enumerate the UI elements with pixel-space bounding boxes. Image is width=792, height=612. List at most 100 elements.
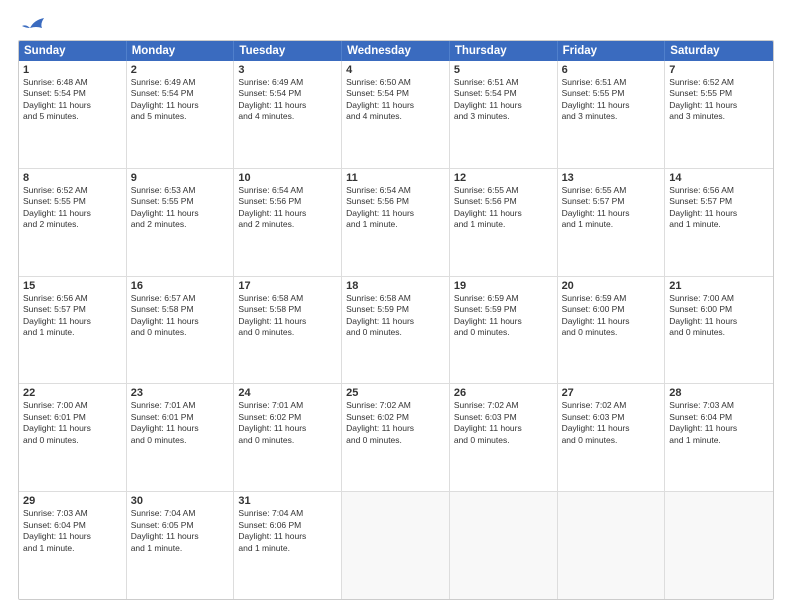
day-info: Sunrise: 6:51 AMSunset: 5:55 PMDaylight:… <box>562 77 661 123</box>
day-cell-21: 21Sunrise: 7:00 AMSunset: 6:00 PMDayligh… <box>665 277 773 384</box>
day-number: 5 <box>454 64 553 76</box>
day-info: Sunrise: 7:02 AMSunset: 6:03 PMDaylight:… <box>454 400 553 446</box>
day-info: Sunrise: 6:56 AMSunset: 5:57 PMDaylight:… <box>23 293 122 339</box>
day-info: Sunrise: 6:50 AMSunset: 5:54 PMDaylight:… <box>346 77 445 123</box>
day-info: Sunrise: 6:49 AMSunset: 5:54 PMDaylight:… <box>238 77 337 123</box>
day-number: 1 <box>23 64 122 76</box>
weekday-sunday: Sunday <box>19 41 127 61</box>
day-info: Sunrise: 6:54 AMSunset: 5:56 PMDaylight:… <box>238 185 337 231</box>
day-number: 3 <box>238 64 337 76</box>
day-info: Sunrise: 6:48 AMSunset: 5:54 PMDaylight:… <box>23 77 122 123</box>
empty-cell <box>665 492 773 599</box>
calendar-header: SundayMondayTuesdayWednesdayThursdayFrid… <box>19 41 773 61</box>
day-cell-17: 17Sunrise: 6:58 AMSunset: 5:58 PMDayligh… <box>234 277 342 384</box>
day-cell-25: 25Sunrise: 7:02 AMSunset: 6:02 PMDayligh… <box>342 384 450 491</box>
day-cell-28: 28Sunrise: 7:03 AMSunset: 6:04 PMDayligh… <box>665 384 773 491</box>
day-number: 15 <box>23 280 122 292</box>
day-info: Sunrise: 6:49 AMSunset: 5:54 PMDaylight:… <box>131 77 230 123</box>
day-number: 14 <box>669 172 769 184</box>
day-cell-3: 3Sunrise: 6:49 AMSunset: 5:54 PMDaylight… <box>234 61 342 168</box>
weekday-saturday: Saturday <box>665 41 773 61</box>
day-number: 22 <box>23 387 122 399</box>
day-number: 21 <box>669 280 769 292</box>
day-info: Sunrise: 7:03 AMSunset: 6:04 PMDaylight:… <box>669 400 769 446</box>
day-info: Sunrise: 7:03 AMSunset: 6:04 PMDaylight:… <box>23 508 122 554</box>
calendar: SundayMondayTuesdayWednesdayThursdayFrid… <box>18 40 774 600</box>
calendar-row-4: 22Sunrise: 7:00 AMSunset: 6:01 PMDayligh… <box>19 383 773 491</box>
day-number: 9 <box>131 172 230 184</box>
day-number: 10 <box>238 172 337 184</box>
day-cell-9: 9Sunrise: 6:53 AMSunset: 5:55 PMDaylight… <box>127 169 235 276</box>
day-info: Sunrise: 6:59 AMSunset: 5:59 PMDaylight:… <box>454 293 553 339</box>
day-cell-22: 22Sunrise: 7:00 AMSunset: 6:01 PMDayligh… <box>19 384 127 491</box>
day-number: 4 <box>346 64 445 76</box>
day-number: 16 <box>131 280 230 292</box>
day-info: Sunrise: 7:02 AMSunset: 6:02 PMDaylight:… <box>346 400 445 446</box>
day-info: Sunrise: 6:52 AMSunset: 5:55 PMDaylight:… <box>669 77 769 123</box>
day-info: Sunrise: 7:04 AMSunset: 6:05 PMDaylight:… <box>131 508 230 554</box>
day-cell-13: 13Sunrise: 6:55 AMSunset: 5:57 PMDayligh… <box>558 169 666 276</box>
day-info: Sunrise: 7:00 AMSunset: 6:00 PMDaylight:… <box>669 293 769 339</box>
day-info: Sunrise: 6:55 AMSunset: 5:57 PMDaylight:… <box>562 185 661 231</box>
day-number: 18 <box>346 280 445 292</box>
day-cell-29: 29Sunrise: 7:03 AMSunset: 6:04 PMDayligh… <box>19 492 127 599</box>
day-info: Sunrise: 6:59 AMSunset: 6:00 PMDaylight:… <box>562 293 661 339</box>
day-cell-6: 6Sunrise: 6:51 AMSunset: 5:55 PMDaylight… <box>558 61 666 168</box>
day-cell-7: 7Sunrise: 6:52 AMSunset: 5:55 PMDaylight… <box>665 61 773 168</box>
day-number: 19 <box>454 280 553 292</box>
day-cell-26: 26Sunrise: 7:02 AMSunset: 6:03 PMDayligh… <box>450 384 558 491</box>
header <box>18 18 774 32</box>
logo-bird-icon <box>22 18 44 36</box>
day-cell-5: 5Sunrise: 6:51 AMSunset: 5:54 PMDaylight… <box>450 61 558 168</box>
day-number: 13 <box>562 172 661 184</box>
day-cell-27: 27Sunrise: 7:02 AMSunset: 6:03 PMDayligh… <box>558 384 666 491</box>
calendar-row-5: 29Sunrise: 7:03 AMSunset: 6:04 PMDayligh… <box>19 491 773 599</box>
day-cell-15: 15Sunrise: 6:56 AMSunset: 5:57 PMDayligh… <box>19 277 127 384</box>
day-cell-20: 20Sunrise: 6:59 AMSunset: 6:00 PMDayligh… <box>558 277 666 384</box>
day-number: 28 <box>669 387 769 399</box>
day-number: 12 <box>454 172 553 184</box>
day-info: Sunrise: 6:53 AMSunset: 5:55 PMDaylight:… <box>131 185 230 231</box>
day-number: 11 <box>346 172 445 184</box>
day-info: Sunrise: 7:01 AMSunset: 6:01 PMDaylight:… <box>131 400 230 446</box>
day-cell-8: 8Sunrise: 6:52 AMSunset: 5:55 PMDaylight… <box>19 169 127 276</box>
day-number: 17 <box>238 280 337 292</box>
day-info: Sunrise: 7:02 AMSunset: 6:03 PMDaylight:… <box>562 400 661 446</box>
day-info: Sunrise: 6:58 AMSunset: 5:59 PMDaylight:… <box>346 293 445 339</box>
day-cell-18: 18Sunrise: 6:58 AMSunset: 5:59 PMDayligh… <box>342 277 450 384</box>
day-number: 29 <box>23 495 122 507</box>
calendar-page: SundayMondayTuesdayWednesdayThursdayFrid… <box>0 0 792 612</box>
day-cell-14: 14Sunrise: 6:56 AMSunset: 5:57 PMDayligh… <box>665 169 773 276</box>
day-number: 20 <box>562 280 661 292</box>
day-info: Sunrise: 7:04 AMSunset: 6:06 PMDaylight:… <box>238 508 337 554</box>
day-cell-10: 10Sunrise: 6:54 AMSunset: 5:56 PMDayligh… <box>234 169 342 276</box>
day-info: Sunrise: 7:01 AMSunset: 6:02 PMDaylight:… <box>238 400 337 446</box>
day-number: 27 <box>562 387 661 399</box>
day-number: 24 <box>238 387 337 399</box>
day-number: 26 <box>454 387 553 399</box>
day-number: 25 <box>346 387 445 399</box>
day-cell-30: 30Sunrise: 7:04 AMSunset: 6:05 PMDayligh… <box>127 492 235 599</box>
weekday-monday: Monday <box>127 41 235 61</box>
weekday-wednesday: Wednesday <box>342 41 450 61</box>
calendar-body: 1Sunrise: 6:48 AMSunset: 5:54 PMDaylight… <box>19 61 773 599</box>
empty-cell <box>450 492 558 599</box>
day-number: 8 <box>23 172 122 184</box>
day-cell-2: 2Sunrise: 6:49 AMSunset: 5:54 PMDaylight… <box>127 61 235 168</box>
day-cell-4: 4Sunrise: 6:50 AMSunset: 5:54 PMDaylight… <box>342 61 450 168</box>
day-info: Sunrise: 6:54 AMSunset: 5:56 PMDaylight:… <box>346 185 445 231</box>
weekday-tuesday: Tuesday <box>234 41 342 61</box>
day-info: Sunrise: 6:57 AMSunset: 5:58 PMDaylight:… <box>131 293 230 339</box>
weekday-friday: Friday <box>558 41 666 61</box>
day-info: Sunrise: 6:55 AMSunset: 5:56 PMDaylight:… <box>454 185 553 231</box>
weekday-thursday: Thursday <box>450 41 558 61</box>
day-cell-19: 19Sunrise: 6:59 AMSunset: 5:59 PMDayligh… <box>450 277 558 384</box>
day-cell-1: 1Sunrise: 6:48 AMSunset: 5:54 PMDaylight… <box>19 61 127 168</box>
calendar-row-3: 15Sunrise: 6:56 AMSunset: 5:57 PMDayligh… <box>19 276 773 384</box>
day-info: Sunrise: 6:58 AMSunset: 5:58 PMDaylight:… <box>238 293 337 339</box>
day-cell-31: 31Sunrise: 7:04 AMSunset: 6:06 PMDayligh… <box>234 492 342 599</box>
day-number: 6 <box>562 64 661 76</box>
empty-cell <box>342 492 450 599</box>
logo <box>18 18 44 32</box>
day-number: 23 <box>131 387 230 399</box>
